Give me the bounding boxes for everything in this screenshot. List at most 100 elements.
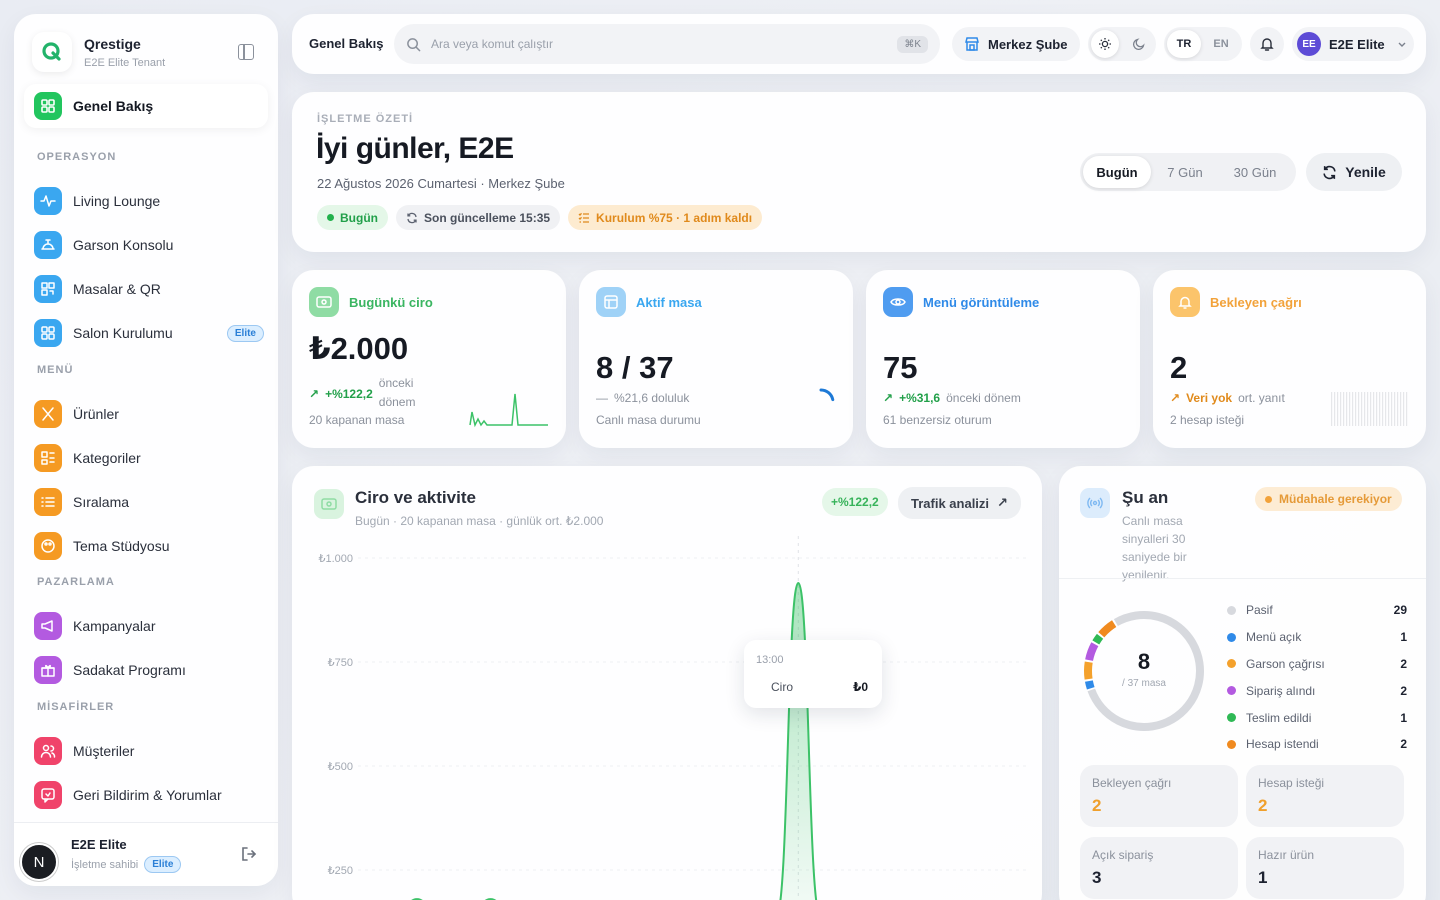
table-icon <box>596 287 626 317</box>
moon-icon[interactable] <box>1125 30 1153 58</box>
sidebar-item-sadakat-programı[interactable]: Sadakat Programı <box>34 655 264 685</box>
status-tile[interactable]: Hesap isteği 2 <box>1246 765 1404 827</box>
stat-delta-note: ort. yanıt <box>1238 391 1285 405</box>
y-tick-label: ₺500 <box>328 761 353 773</box>
sidebar-item-tema-stüdyosu[interactable]: Tema Stüdyosu <box>34 531 264 561</box>
brand[interactable]: Qrestige E2E Elite Tenant <box>32 32 165 72</box>
shortcut-hint: ⌘K <box>897 35 928 53</box>
lang-en[interactable]: EN <box>1204 30 1238 58</box>
traffic-analysis-label: Trafik analizi <box>911 495 990 511</box>
theme-toggle[interactable] <box>1088 27 1156 61</box>
area-peak[interactable] <box>776 581 820 900</box>
now-title: Şu an <box>1122 488 1169 507</box>
legend-label: Garson çağrısı <box>1246 656 1325 671</box>
refresh-label: Yenile <box>1345 164 1386 180</box>
grid-icon <box>34 319 62 347</box>
neutral-trend-icon: — <box>596 391 608 405</box>
stat-label: Menü görüntüleme <box>923 294 1040 310</box>
sidebar-item-müşteriler[interactable]: Müşteriler <box>34 736 264 766</box>
chip-today: Bugün <box>317 205 388 230</box>
legend-dot-icon <box>1227 686 1236 696</box>
legend-label: Sipariş alındı <box>1246 683 1316 698</box>
chip-setup-label: Kurulum %75 · 1 adım kaldı <box>596 210 753 225</box>
sun-icon[interactable] <box>1091 30 1119 58</box>
page-title: Genel Bakış <box>309 36 384 51</box>
tab-7-gun[interactable]: 7 Gün <box>1152 156 1218 188</box>
chart-plot[interactable]: ₺1.000 ₺750 ₺500 ₺250 <box>292 536 1042 900</box>
stat-label: Bekleyen çağrı <box>1210 294 1302 310</box>
status-tile[interactable]: Açık sipariş 3 <box>1080 837 1238 899</box>
brand-tenant: E2E Elite Tenant <box>84 56 166 69</box>
eyebrow: İŞLETME ÖZETİ <box>317 113 414 125</box>
call-bar <box>1364 392 1366 426</box>
tile-label: Hesap isteği <box>1258 776 1325 790</box>
call-bar <box>1367 392 1369 426</box>
refresh-button[interactable]: Yenile <box>1306 153 1402 191</box>
call-bar <box>1358 392 1360 426</box>
notifications-bell-icon[interactable] <box>1250 27 1284 61</box>
activity-icon <box>34 187 62 215</box>
sidebar-item-ürünler[interactable]: Ürünler <box>34 399 264 429</box>
traffic-analysis-button[interactable]: Trafik analizi ↗ <box>898 487 1021 519</box>
tile-value: 2 <box>1092 796 1102 815</box>
alert-badge[interactable]: Müdahale gerekiyor <box>1255 487 1402 511</box>
live-status-card: Şu an Canlı masa sinyalleri 30 saniyede … <box>1059 466 1426 900</box>
logout-icon[interactable] <box>240 845 258 868</box>
tab-30-gun[interactable]: 30 Gün <box>1218 156 1292 188</box>
sidebar-item-genel-bakis[interactable]: Genel Bakış <box>24 84 268 128</box>
stat-pending-calls[interactable]: Bekleyen çağrı 2 ↗ Veri yok ort. yanıt 2… <box>1153 270 1426 448</box>
legend-dot-icon <box>1227 659 1236 669</box>
stat-active-tables[interactable]: Aktif masa 8 / 37 — %21,6 doluluk Canlı … <box>579 270 853 448</box>
legend-count: 2 <box>1400 656 1407 671</box>
stat-menu-views[interactable]: Menü görüntüleme 75 ↗ +%31,6 önceki döne… <box>866 270 1140 448</box>
sidebar-item-living-lounge[interactable]: Living Lounge <box>34 186 264 216</box>
sidebar-collapse-icon[interactable] <box>238 44 254 60</box>
chip-today-label: Bugün <box>340 210 378 225</box>
stat-revenue[interactable]: Bugünkü ciro ₺2.000 ↗ +%122,2 önceki dön… <box>292 270 566 448</box>
status-tile[interactable]: Bekleyen çağrı 2 <box>1080 765 1238 827</box>
y-tick-label: ₺250 <box>328 865 353 877</box>
trend-up-icon: ↗ <box>883 391 894 405</box>
call-bar <box>1349 392 1351 426</box>
account-name: E2E Elite <box>1329 36 1385 52</box>
chart-subtitle: Bugün · 20 kapanan masa · günlük ort. ₺2… <box>355 514 604 528</box>
legend-label: Menü açık <box>1246 630 1302 645</box>
sidebar-item-sıralama[interactable]: Sıralama <box>34 487 264 517</box>
account-menu[interactable]: EE E2E Elite <box>1292 27 1414 61</box>
legend-item: Pasif 29 <box>1227 597 1407 624</box>
status-legend: Pasif 29 Menü açık 1 Garson çağrısı 2 Sipariş … <box>1227 597 1407 758</box>
signal-icon <box>1080 488 1110 518</box>
sidebar-item-kampanyalar[interactable]: Kampanyalar <box>34 611 264 641</box>
sidebar-item-label: Sıralama <box>73 494 130 510</box>
tile-value: 2 <box>1258 796 1268 815</box>
avatar[interactable]: N <box>20 843 58 881</box>
call-bar <box>1337 392 1339 426</box>
business-summary: İŞLETME ÖZETİ İyi günler, E2E 22 Ağustos… <box>292 92 1426 252</box>
status-tile[interactable]: Hazır ürün 1 <box>1246 837 1404 899</box>
sidebar-user[interactable]: N E2E Elite İşletme sahibi Elite <box>14 822 278 886</box>
legend-item: Teslim edildi 1 <box>1227 704 1407 731</box>
revenue-activity-chart: Ciro ve aktivite Bugün · 20 kapanan masa… <box>292 466 1042 900</box>
chip-setup-progress[interactable]: Kurulum %75 · 1 adım kaldı <box>568 205 763 230</box>
sidebar-item-kategoriler[interactable]: Kategoriler <box>34 443 264 473</box>
chart-delta-pill: +%122,2 <box>822 488 888 516</box>
user-name: E2E Elite <box>71 837 127 852</box>
elite-badge: Elite <box>226 324 264 342</box>
tab-bugun[interactable]: Bugün <box>1083 156 1151 188</box>
search-input[interactable]: Ara veya komut çalıştır ⌘K <box>394 24 940 64</box>
legend-label: Teslim edildi <box>1246 710 1312 725</box>
sidebar-item-garson-konsolu[interactable]: Garson Konsolu <box>34 230 264 260</box>
call-bar <box>1394 392 1396 426</box>
call-bar <box>1334 392 1336 426</box>
sidebar-item-geri-bildirim-yorumlar[interactable]: Geri Bildirim & Yorumlar <box>34 780 264 810</box>
sidebar-item-salon-kurulumu[interactable]: Salon Kurulumu Elite <box>34 318 264 348</box>
lang-tr[interactable]: TR <box>1167 30 1201 58</box>
legend-item: Sipariş alındı 2 <box>1227 677 1407 704</box>
sidebar-item-masalar-qr[interactable]: Masalar & QR <box>34 274 264 304</box>
sidebar-item-label: Genel Bakış <box>73 98 154 114</box>
tile-label: Bekleyen çağrı <box>1092 776 1172 790</box>
stat-delta: +%122,2 <box>325 387 373 401</box>
legend-count: 29 <box>1393 603 1407 618</box>
language-switch[interactable]: TR EN <box>1164 27 1242 61</box>
branch-selector[interactable]: Merkez Şube <box>952 27 1080 61</box>
